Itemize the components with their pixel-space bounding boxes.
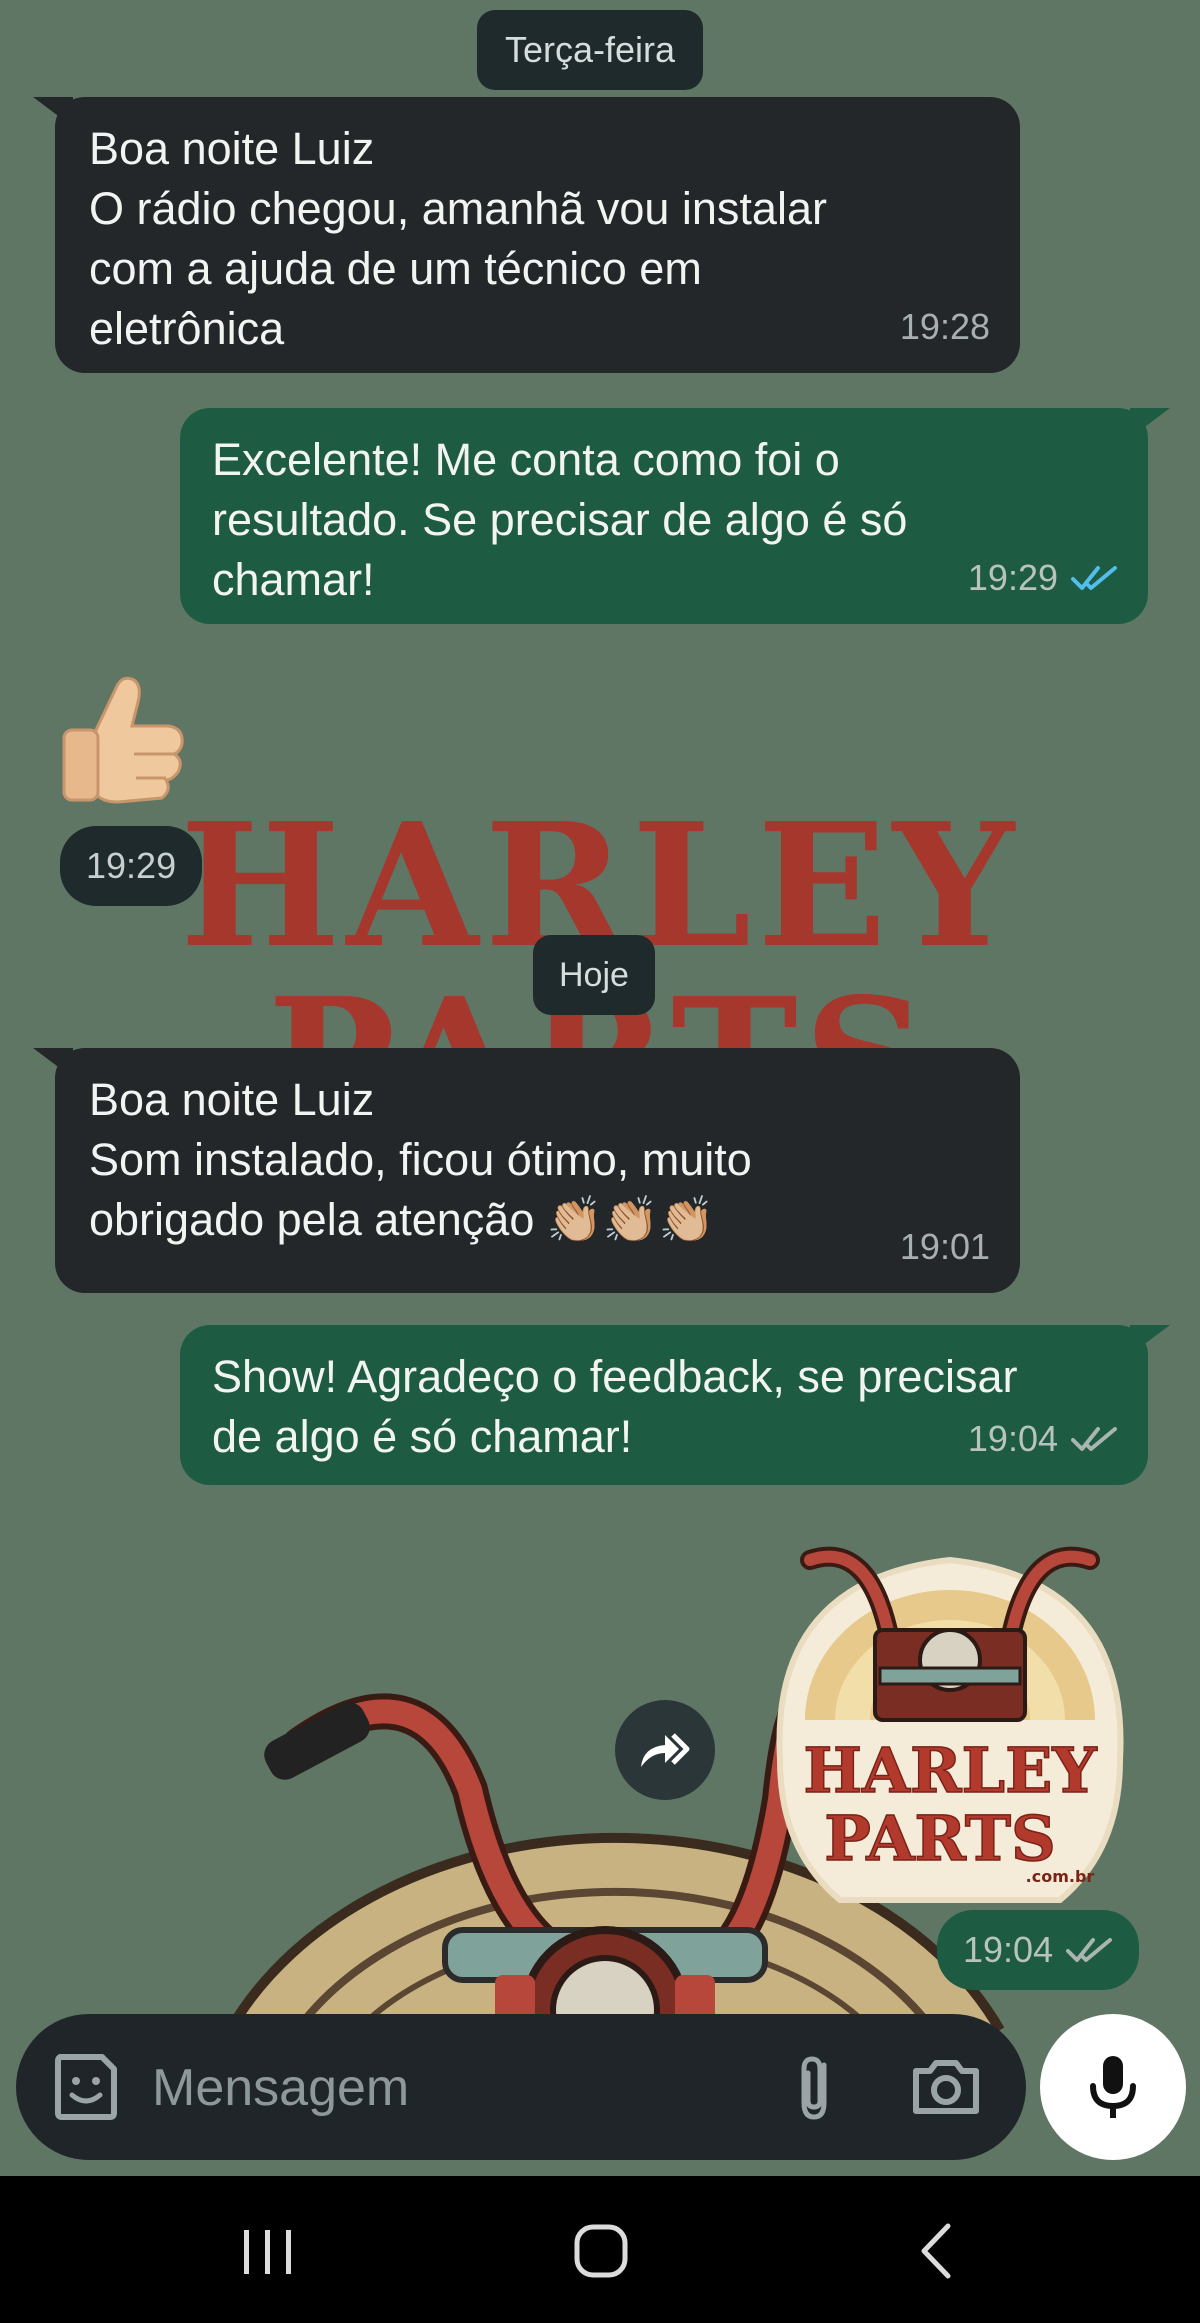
bubble-tail xyxy=(33,1048,73,1078)
message-time: 19:04 xyxy=(967,1418,1058,1459)
message-time: 19:01 xyxy=(899,1226,990,1267)
date-separator: Terça-feira xyxy=(477,10,704,90)
message-bubble-incoming[interactable]: Boa noite Luiz O rádio chegou, amanhã vo… xyxy=(33,97,1020,373)
double-check-icon xyxy=(1071,566,1117,590)
message-time: 19:28 xyxy=(899,306,990,347)
forward-button[interactable] xyxy=(615,1700,715,1800)
message-text: Boa noite Luiz Som instalado, ficou ótim… xyxy=(89,1074,752,1245)
message-bubble-incoming[interactable]: Boa noite Luiz Som instalado, ficou ótim… xyxy=(33,1048,1020,1293)
system-navigation-bar xyxy=(0,2176,1200,2323)
sticker-logo-line1: HARLEY xyxy=(803,1734,1097,1807)
paperclip-icon[interactable] xyxy=(776,2047,856,2127)
date-separator: Hoje xyxy=(533,935,655,1015)
microphone-button[interactable] xyxy=(1040,2014,1186,2160)
sticker-smile-icon[interactable] xyxy=(46,2047,126,2127)
message-bubble-outgoing[interactable]: Excelente! Me conta como foi o resultado… xyxy=(180,408,1170,624)
sticker-logo-line2: PARTS xyxy=(824,1802,1056,1875)
double-check-icon xyxy=(1066,1938,1113,1962)
message-bubble-outgoing[interactable]: Show! Agradeço o feedback, se precisar d… xyxy=(180,1325,1170,1485)
recents-button[interactable] xyxy=(228,2216,308,2286)
message-time: 19:04 xyxy=(963,1929,1054,1970)
message-time: 19:29 xyxy=(967,557,1058,598)
bubble-tail xyxy=(1130,408,1170,438)
message-time-sticker: 19:04 xyxy=(937,1910,1140,1990)
thumbs-up-emoji[interactable] xyxy=(58,668,188,808)
camera-icon[interactable] xyxy=(906,2047,986,2127)
message-input[interactable] xyxy=(150,2052,754,2124)
home-button[interactable] xyxy=(562,2216,642,2286)
double-check-icon xyxy=(1071,1427,1117,1451)
sticker-logo-domain: .com.br xyxy=(1026,1867,1095,1886)
bubble-tail xyxy=(1130,1325,1170,1355)
message-text: Boa noite Luiz O rádio chegou, amanhã vo… xyxy=(89,123,827,354)
back-button[interactable] xyxy=(900,2216,980,2286)
harley-parts-sticker[interactable]: HARLEY PARTS .com.br xyxy=(760,1520,1140,1910)
bubble-tail xyxy=(33,97,73,127)
message-time: 19:29 xyxy=(60,826,203,906)
message-composer xyxy=(16,2014,1026,2160)
forward-icon xyxy=(641,1733,690,1767)
microphone-icon xyxy=(1090,2056,1136,2118)
